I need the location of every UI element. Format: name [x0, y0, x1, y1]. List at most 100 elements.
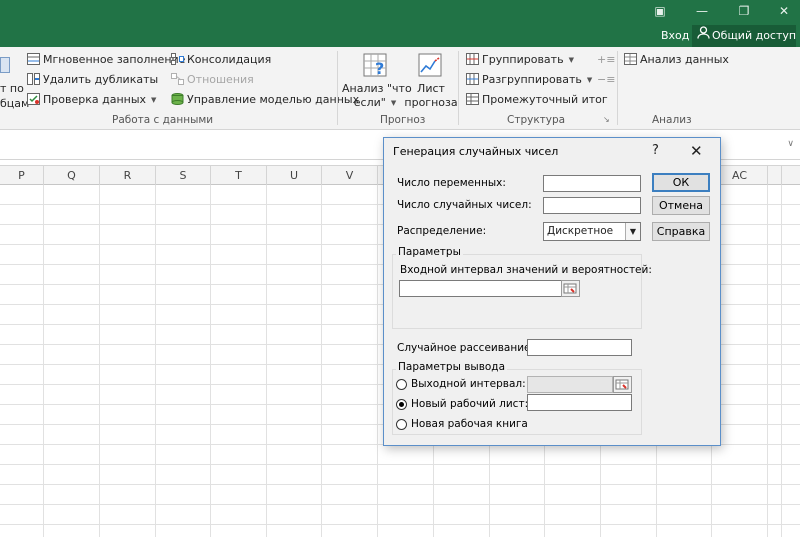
- num-variables-label: Число переменных:: [397, 177, 506, 189]
- remove-duplicates-button[interactable]: Удалить дубликаты: [27, 71, 158, 89]
- random-seed-input[interactable]: [527, 339, 632, 356]
- output-options-label: Параметры вывода: [396, 361, 508, 373]
- what-if-label-2: если" ▼: [342, 96, 408, 110]
- collapse-dialog-icon[interactable]: [561, 280, 580, 297]
- grid-line: [767, 185, 768, 537]
- hide-detail-icon[interactable]: −≡: [597, 73, 615, 86]
- what-if-analysis-button[interactable]: ? Анализ "что если" ▼: [342, 49, 412, 111]
- svg-text:?: ?: [375, 59, 384, 78]
- new-worksheet-label: Новый рабочий лист:: [411, 398, 529, 410]
- new-worksheet-input[interactable]: [527, 394, 632, 411]
- column-header-q[interactable]: Q: [44, 166, 100, 185]
- new-worksheet-radio[interactable]: [396, 399, 407, 410]
- forecast-sheet-label-1: Лист: [417, 82, 445, 95]
- help-button[interactable]: Справка: [652, 222, 710, 241]
- forecast-sheet-label-2: прогноза: [404, 96, 458, 109]
- num-random-numbers-label: Число случайных чисел:: [397, 199, 532, 211]
- ungroup-label: Разгруппировать: [482, 73, 582, 86]
- chevron-down-icon: ▼: [568, 56, 574, 64]
- forecast-sheet-button[interactable]: Лист прогноза: [404, 49, 458, 111]
- outline-dialog-launcher-icon[interactable]: ↘: [603, 115, 610, 124]
- subtotal-icon: [466, 93, 479, 105]
- consolidate-button[interactable]: Консолидация: [171, 51, 271, 69]
- data-validation-icon: [27, 93, 40, 105]
- show-detail-icon[interactable]: +≡: [597, 53, 615, 66]
- outline-group-label: Структура: [507, 114, 566, 126]
- column-header-p[interactable]: P: [0, 166, 44, 185]
- manage-data-model-button[interactable]: Управление моделью данных: [171, 91, 359, 109]
- chevron-down-icon[interactable]: ▼: [625, 223, 640, 240]
- consolidate-icon: [171, 53, 184, 65]
- column-header-u[interactable]: U: [267, 166, 322, 185]
- grid-line: [781, 185, 782, 537]
- grid-line: [155, 185, 156, 537]
- restore-icon[interactable]: ❐: [732, 3, 756, 19]
- share-button[interactable]: Общий доступ: [692, 25, 796, 47]
- collapse-dialog-icon[interactable]: [613, 376, 632, 393]
- grid-line: [266, 185, 267, 537]
- data-analysis-button[interactable]: Анализ данных: [624, 51, 729, 69]
- new-workbook-radio[interactable]: [396, 419, 407, 430]
- output-range-input[interactable]: [527, 376, 613, 393]
- what-if-icon: ?: [363, 53, 389, 82]
- grid-line: [43, 185, 44, 537]
- chevron-down-icon: ▼: [586, 76, 593, 84]
- data-validation-label: Проверка данных: [43, 93, 147, 106]
- ribbon: т по бцам Мгновенное заполнение Удалить …: [0, 47, 800, 130]
- column-header-r[interactable]: R: [100, 166, 156, 185]
- expand-formula-bar-icon[interactable]: ∨: [787, 139, 794, 149]
- relationships-icon: [171, 73, 184, 85]
- what-if-label-2-text: если": [353, 96, 386, 109]
- close-window-icon[interactable]: ✕: [772, 3, 796, 19]
- random-seed-label: Случайное рассеивание:: [397, 342, 535, 354]
- close-icon[interactable]: ✕: [690, 142, 703, 160]
- title-bar: ▣ — ❐ ✕ Вход Общий доступ: [0, 0, 800, 47]
- grid-line: [321, 185, 322, 537]
- subtotal-label: Промежуточный итог: [482, 93, 608, 106]
- column-header-ad[interactable]: [768, 166, 782, 185]
- relationships-button[interactable]: Отношения: [171, 71, 254, 89]
- input-range-input[interactable]: [399, 280, 562, 297]
- grid-line: [210, 185, 211, 537]
- analysis-group-label: Анализ: [652, 114, 692, 126]
- forecast-group-label: Прогноз: [380, 114, 426, 126]
- grid-line: [377, 185, 378, 537]
- data-validation-button[interactable]: Проверка данных ▼: [27, 91, 156, 109]
- user-icon: [697, 25, 710, 47]
- flash-fill-icon: [27, 53, 40, 65]
- output-range-radio[interactable]: [396, 379, 407, 390]
- num-random-numbers-input[interactable]: [543, 197, 641, 214]
- column-header-v[interactable]: V: [322, 166, 378, 185]
- help-icon[interactable]: ?: [652, 143, 659, 158]
- ok-button[interactable]: ОК: [652, 173, 710, 192]
- data-tools-group-label: Работа с данными: [112, 114, 214, 126]
- subtotal-button[interactable]: Промежуточный итог: [466, 91, 608, 109]
- ungroup-button[interactable]: Разгруппировать ▼: [466, 71, 592, 89]
- remove-duplicates-label: Удалить дубликаты: [43, 73, 159, 86]
- new-workbook-label: Новая рабочая книга: [411, 418, 528, 430]
- distribution-label: Распределение:: [397, 225, 487, 237]
- column-header-t[interactable]: T: [211, 166, 267, 185]
- input-range-label: Входной интервал значений и вероятностей…: [400, 264, 652, 276]
- column-header-s[interactable]: S: [156, 166, 211, 185]
- ribbon-separator: [458, 51, 459, 125]
- text-to-columns-label-2[interactable]: бцам: [0, 95, 29, 113]
- ungroup-icon: [466, 73, 479, 85]
- group-label: Группировать: [482, 53, 564, 66]
- flash-fill-label: Мгновенное заполнение: [43, 53, 186, 66]
- distribution-select[interactable]: Дискретное ▼: [543, 222, 641, 241]
- group-button[interactable]: Группировать ▼: [466, 51, 574, 69]
- ribbon-display-options-icon[interactable]: ▣: [648, 3, 672, 19]
- forecast-sheet-icon: [418, 53, 444, 82]
- remove-duplicates-icon: [27, 73, 40, 85]
- cancel-button[interactable]: Отмена: [652, 196, 710, 215]
- manage-data-model-label: Управление моделью данных: [187, 93, 360, 106]
- what-if-label-1: Анализ "что: [342, 82, 412, 95]
- minimize-icon[interactable]: —: [690, 3, 714, 19]
- flash-fill-button[interactable]: Мгновенное заполнение: [27, 51, 185, 69]
- dialog-title: Генерация случайных чисел: [393, 145, 559, 158]
- data-analysis-label: Анализ данных: [640, 53, 729, 66]
- relationships-label: Отношения: [187, 73, 254, 86]
- num-variables-input[interactable]: [543, 175, 641, 192]
- grid-line: [99, 185, 100, 537]
